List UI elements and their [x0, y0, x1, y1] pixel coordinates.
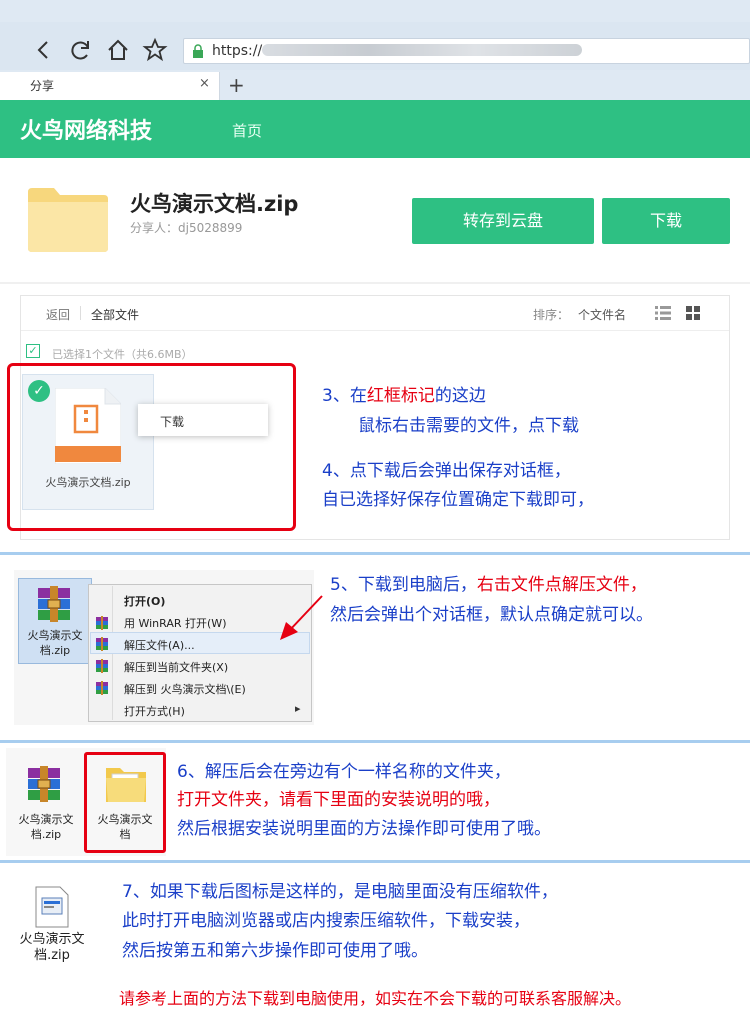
highlight-box: [7, 363, 296, 531]
sharer-info: 分享人：dj5028899: [130, 221, 243, 235]
submenu-arrow-icon: ▸: [295, 702, 301, 715]
step4-line1: 4、点下载后会弹出保存对话框，: [322, 461, 571, 481]
menu-item-extract[interactable]: 解压文件(A)...: [124, 637, 195, 653]
file-title: 火鸟演示文档.zip: [130, 192, 299, 216]
url-text: https://: [212, 43, 263, 59]
crumb-divider: [80, 306, 81, 320]
sort-label: 排序：: [533, 308, 570, 322]
save-to-cloud-button[interactable]: 转存到云盘: [412, 198, 594, 244]
highlight-box: [84, 752, 166, 853]
all-files-link[interactable]: 全部文件: [91, 306, 139, 323]
back-icon[interactable]: [30, 36, 58, 64]
winrar-icon: [95, 636, 109, 651]
step6-line2: 打开文件夹，请看下里面的安装说明的哦，: [177, 790, 500, 810]
unknown-file-name: 火鸟演示文 档.zip: [19, 932, 85, 963]
divider: [0, 282, 750, 284]
download-button[interactable]: 下载: [602, 198, 730, 244]
back-link[interactable]: 返回: [46, 306, 70, 323]
folder-icon: [28, 186, 108, 252]
menu-item-open-with[interactable]: 打开方式(H): [124, 703, 185, 719]
winrar-icon: [95, 680, 109, 695]
url-blurred: [262, 44, 582, 56]
section-divider: [0, 860, 750, 863]
lock-icon: [192, 43, 204, 58]
menu-item-open-winrar[interactable]: 用 WinRAR 打开(W): [124, 615, 226, 631]
star-icon[interactable]: [141, 36, 169, 64]
selection-info: 已选择1个文件（共6.6MB）: [52, 348, 193, 361]
menu-item-open[interactable]: 打开(O): [124, 593, 165, 609]
tab-title: 分享: [30, 79, 55, 93]
step6-line1: 6、解压后会在旁边有个一样名称的文件夹，: [177, 762, 511, 782]
menu-item-extract-to-folder[interactable]: 解压到 火鸟演示文档\(E): [124, 681, 246, 697]
step3-line2: 鼠标右击需要的文件，点下载: [358, 416, 579, 436]
refresh-icon[interactable]: [67, 36, 95, 64]
list-divider: [21, 330, 729, 331]
nav-home-link[interactable]: 首页: [232, 120, 262, 141]
winrar-icon: [95, 658, 109, 673]
step5-line2: 然后会弹出个对话框，默认点确定就可以。: [330, 605, 653, 625]
winrar-icon: [34, 584, 74, 624]
menu-item-extract-here[interactable]: 解压到当前文件夹(X): [124, 659, 228, 675]
list-view-icon[interactable]: [655, 305, 671, 320]
winrar-icon: [95, 615, 109, 630]
section-divider: [0, 552, 750, 555]
site-brand[interactable]: 火鸟网络科技: [20, 113, 152, 145]
step3-line1: 3、在红框标记的这边: [322, 386, 486, 406]
grid-view-icon[interactable]: [686, 305, 700, 320]
zip-file-name: 火鸟演示文 档.zip: [18, 813, 74, 841]
step7-line2: 此时打开电脑浏览器或店内搜索压缩软件，下载安装，: [122, 911, 530, 931]
step7-line1: 7、如果下载后图标是这样的，是电脑里面没有压缩软件，: [122, 882, 558, 902]
footer-note: 请参考上面的方法下载到电脑使用，如实在不会下载的可联系客服解决。: [118, 989, 631, 1008]
new-tab-button[interactable]: +: [228, 73, 245, 97]
sort-by-name[interactable]: 个文件名: [578, 306, 626, 323]
arrow-icon: [276, 592, 326, 644]
step4-line2: 自已选择好保存位置确定下载即可，: [322, 490, 594, 510]
select-all-checkbox[interactable]: ✓: [26, 344, 40, 358]
tab-close-button[interactable]: ×: [199, 76, 210, 91]
winrar-icon: [24, 764, 64, 804]
step5-line1: 5、下载到电脑后，右击文件点解压文件，: [330, 575, 647, 595]
step6-line3: 然后根据安装说明里面的方法操作即可使用了哦。: [177, 819, 551, 839]
section-divider: [0, 740, 750, 743]
home-icon[interactable]: [104, 36, 132, 64]
unknown-file-icon: [34, 886, 70, 928]
rar-file-name: 火鸟演示文 档.zip: [27, 629, 83, 657]
step7-line3: 然后按第五和第六步操作即可使用了哦。: [122, 941, 428, 961]
